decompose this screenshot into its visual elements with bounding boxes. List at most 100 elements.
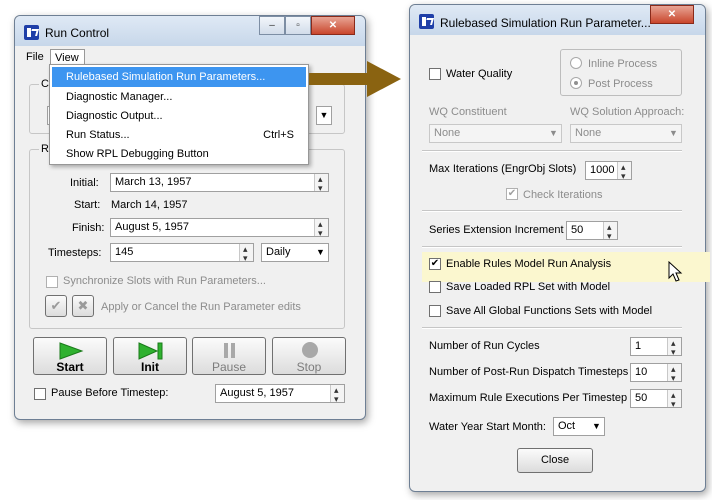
menu-file[interactable]: File: [26, 51, 44, 63]
menu-item-run-status[interactable]: Run Status... Ctrl+S: [52, 125, 306, 145]
rbs-params-window: Rulebased Simulation Run Parameter... ✕ …: [409, 4, 710, 492]
app-icon: [24, 25, 39, 40]
post-process-radio[interactable]: [570, 77, 582, 89]
timesteps-spinner[interactable]: [239, 244, 253, 261]
timesteps-field[interactable]: 145: [110, 243, 254, 262]
window-title: Run Control: [45, 26, 110, 40]
menu-item-label: Diagnostic Manager...: [66, 91, 173, 103]
app-icon: [419, 14, 434, 29]
title-bar[interactable]: Run Control – ▫ ✕: [15, 16, 365, 46]
series-extension-spinner[interactable]: [603, 222, 617, 239]
finish-label: Finish:: [72, 222, 105, 234]
series-extension-value: 50: [571, 224, 584, 236]
inline-process-label: Inline Process: [588, 58, 658, 70]
sync-slots-label: Synchronize Slots with Run Parameters...: [63, 275, 266, 287]
apply-cancel-label: Apply or Cancel the Run Parameter edits: [101, 301, 301, 313]
water-quality-checkbox[interactable]: [429, 68, 441, 80]
start-button-label: Start: [56, 360, 84, 374]
wq-constituent-value: None: [434, 127, 461, 139]
apply-button[interactable]: ✔: [45, 295, 67, 317]
group1-dropdown-arrow[interactable]: ▼: [316, 106, 332, 125]
close-button[interactable]: Close: [517, 448, 593, 473]
close-icon[interactable]: ✕: [311, 16, 355, 35]
divider: [422, 327, 682, 329]
post-run-dispatch-field[interactable]: 10: [630, 363, 682, 382]
max-rule-executions-value: 50: [635, 392, 648, 404]
menu-item-label: Rulebased Simulation Run Parameters...: [66, 71, 266, 83]
post-run-dispatch-spinner[interactable]: [667, 364, 681, 381]
init-button[interactable]: Init: [113, 337, 187, 375]
pause-before-spinner[interactable]: [330, 385, 344, 402]
initial-date-spinner[interactable]: [314, 174, 328, 191]
water-year-start-label: Water Year Start Month:: [429, 421, 546, 433]
series-extension-field[interactable]: 50: [566, 221, 618, 240]
chevron-down-icon: ▼: [316, 247, 325, 257]
initial-date-value: March 13, 1957: [115, 176, 192, 188]
arrow-right-icon: [309, 61, 401, 97]
pause-before-field[interactable]: August 5, 1957: [215, 384, 345, 403]
max-iterations-spinner[interactable]: [617, 162, 631, 179]
close-icon[interactable]: ✕: [650, 5, 694, 24]
water-year-start-select[interactable]: Oct ▼: [553, 417, 605, 436]
inline-process-radio[interactable]: [570, 57, 582, 69]
save-global-functions-checkbox[interactable]: [429, 305, 441, 317]
initial-label: Initial:: [70, 177, 99, 189]
menu-item-diagnostic-output[interactable]: Diagnostic Output...: [52, 106, 306, 126]
stop-icon: [302, 342, 318, 358]
finish-date-spinner[interactable]: [314, 219, 328, 236]
wq-constituent-select[interactable]: None ▼: [429, 124, 562, 143]
menu-item-rulebased-run-params[interactable]: Rulebased Simulation Run Parameters...: [52, 67, 306, 87]
chevron-down-icon: ▼: [669, 128, 678, 138]
start-label: Start:: [74, 199, 101, 211]
divider: [422, 150, 682, 152]
timestep-unit-select[interactable]: Daily ▼: [261, 243, 329, 262]
max-rule-executions-label: Maximum Rule Executions Per Timestep: [429, 392, 628, 404]
title-bar[interactable]: Rulebased Simulation Run Parameter... ✕: [410, 5, 705, 35]
finish-date-value: August 5, 1957: [115, 221, 190, 233]
post-run-dispatch-label: Number of Post-Run Dispatch Timesteps: [429, 366, 629, 378]
wq-solution-value: None: [575, 127, 602, 139]
menu-item-label: Diagnostic Output...: [66, 110, 163, 122]
pause-button[interactable]: Pause: [192, 337, 266, 375]
menu-item-label: Show RPL Debugging Button: [66, 148, 209, 160]
timestep-unit-value: Daily: [266, 246, 291, 258]
stop-button-label: Stop: [296, 360, 322, 374]
sync-slots-checkbox[interactable]: [46, 276, 58, 288]
menu-item-label: Run Status...: [66, 129, 130, 141]
start-button[interactable]: Start: [33, 337, 107, 375]
menu-item-shortcut: Ctrl+S: [263, 129, 294, 141]
water-quality-label: Water Quality: [446, 68, 513, 80]
pause-button-label: Pause: [211, 360, 247, 374]
save-rpl-set-label: Save Loaded RPL Set with Model: [446, 281, 611, 293]
menu-item-diagnostic-manager[interactable]: Diagnostic Manager...: [52, 87, 306, 107]
pause-before-checkbox[interactable]: [34, 388, 46, 400]
run-cycles-spinner[interactable]: [667, 338, 681, 355]
initial-date-field[interactable]: March 13, 1957: [110, 173, 329, 192]
minimize-icon[interactable]: –: [259, 16, 285, 35]
max-rule-executions-spinner[interactable]: [667, 390, 681, 407]
timesteps-value: 145: [115, 246, 134, 258]
wq-solution-select[interactable]: None ▼: [570, 124, 682, 143]
pause-before-value: August 5, 1957: [220, 387, 295, 399]
window-title: Rulebased Simulation Run Parameter...: [440, 16, 651, 30]
check-iterations-checkbox[interactable]: ✔: [506, 188, 518, 200]
max-iterations-field[interactable]: 1000: [585, 161, 632, 180]
play-icon: [59, 342, 84, 360]
maximize-icon[interactable]: ▫: [285, 16, 311, 35]
cancel-button[interactable]: ✖: [72, 295, 94, 317]
series-extension-label: Series Extension Increment: [429, 224, 564, 236]
max-rule-executions-field[interactable]: 50: [630, 389, 682, 408]
step-icon: [138, 342, 163, 360]
menu-item-show-rpl-debugging[interactable]: Show RPL Debugging Button: [52, 144, 306, 164]
stop-button[interactable]: Stop: [272, 337, 346, 375]
water-year-start-value: Oct: [558, 420, 576, 432]
enable-rules-analysis-label: Enable Rules Model Run Analysis: [446, 258, 612, 270]
save-global-functions-label: Save All Global Functions Sets with Mode…: [446, 305, 653, 317]
divider: [422, 210, 682, 212]
run-cycles-field[interactable]: 1: [630, 337, 682, 356]
init-button-label: Init: [141, 360, 159, 374]
chevron-down-icon: ▼: [549, 128, 558, 138]
finish-date-field[interactable]: August 5, 1957: [110, 218, 329, 237]
enable-rules-analysis-checkbox[interactable]: ✔: [429, 258, 441, 270]
save-rpl-set-checkbox[interactable]: [429, 281, 441, 293]
